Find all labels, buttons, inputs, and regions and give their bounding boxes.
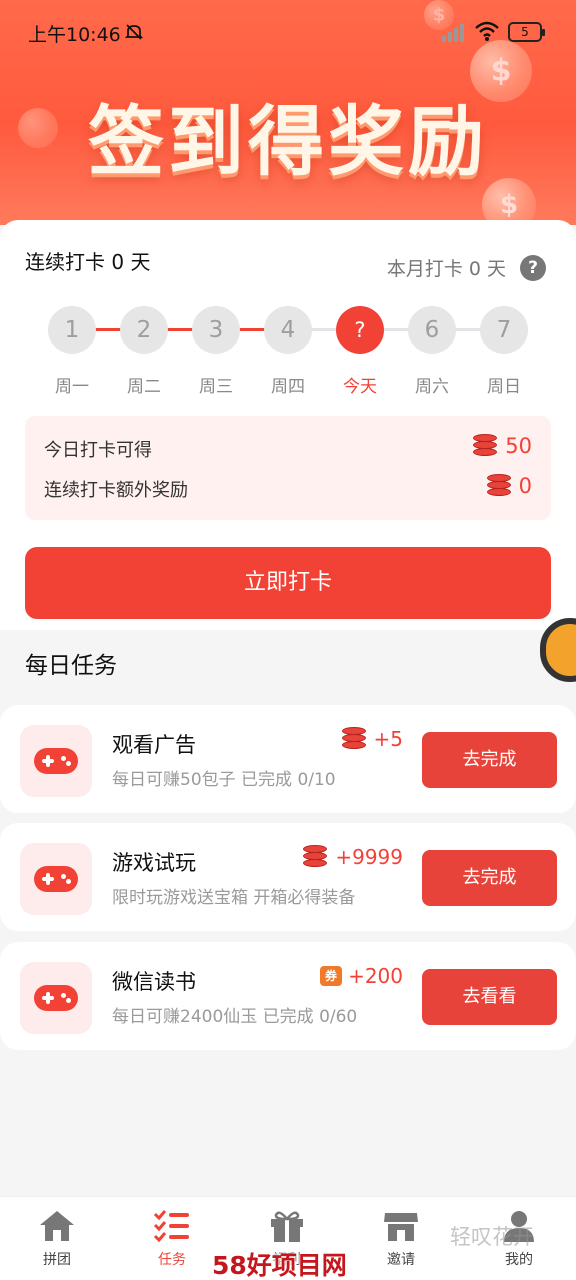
task-view-button[interactable]: 去看看 [422,969,557,1025]
day-item: 6 周六 [396,306,468,397]
coin-stack-icon [486,474,513,498]
day-circle: 7 [480,306,528,354]
task-reward: 券 +200 [320,964,403,988]
task-reward: +9999 [303,845,403,869]
streak-text: 连续打卡 0 天 [25,250,151,274]
task-title: 观看广告 [112,733,196,757]
extra-reward-amount: 0 [486,474,532,498]
nav-label: 拼团 [43,1252,71,1268]
checklist-icon [153,1209,191,1243]
day-label: 周日 [487,377,521,397]
month-checkin-text: 本月打卡 0 天 [386,258,506,280]
today-reward-label: 今日打卡可得 [44,440,152,461]
week-progress: 1 周一 2 周二 3 周三 4 周四? 今天 6 周六 7 周日 [0,306,576,397]
checkin-button[interactable]: 立即打卡 [25,547,551,619]
status-bar: 上午10:46 5 [0,0,576,64]
extra-reward-label: 连续打卡额外奖励 [44,480,188,501]
task-reward-value: +200 [348,964,403,988]
ticket-icon: 券 [320,966,343,986]
day-circle: 6 [408,306,456,354]
day-circle: ? [336,306,384,354]
day-label: 周四 [271,377,305,397]
task-reward-value: +5 [373,727,403,751]
day-item: 7 周日 [468,306,540,397]
coin-stack-icon [473,434,499,458]
task-subtitle: 每日可赚50包子 已完成 0/10 [112,770,336,790]
checkin-card: 连续打卡 0 天 本月打卡 0 天 ? 1 周一 2 周二 3 周三 4 周四? 今天 6 周六 7 周… [0,220,576,630]
gamepad-icon [20,843,92,915]
nav-label: 任务 [158,1252,186,1268]
day-item: ? 今天 [324,306,396,397]
day-item: 3 周三 [180,306,252,397]
day-item: 4 周四 [252,306,324,397]
day-label: 周二 [127,377,161,397]
day-label: 周三 [199,377,233,397]
extra-reward-row: 连续打卡额外奖励 0 [44,474,532,506]
gamepad-icon [20,725,92,797]
gamepad-icon [20,962,92,1034]
signal-icon [442,24,468,46]
day-label: 周六 [415,377,449,397]
task-title: 游戏试玩 [112,851,196,875]
task-reward: +5 [341,727,403,751]
task-reward-value: +9999 [335,845,403,869]
extra-reward-value: 0 [518,474,532,498]
home-icon [38,1209,76,1243]
help-icon[interactable]: ? [520,255,546,281]
watermark-bottom: 58好项目网www.58hxm.com [212,1251,347,1280]
day-item: 1 周一 [36,306,108,397]
task-card-ad: 观看广告 每日可赚50包子 已完成 0/10 +5 去完成 [0,705,576,813]
daily-tasks-title: 每日任务 [25,653,117,679]
battery-icon: 5 [508,22,545,42]
store-icon [382,1209,420,1243]
banner-title: 签到得奖励 [88,97,488,186]
nav-item-tasks[interactable]: 任务 [127,1209,217,1269]
nav-item-group-buy[interactable]: 拼团 [12,1209,102,1269]
task-card-game: 游戏试玩 限时玩游戏送宝箱 开箱必得装备 +9999 去完成 [0,823,576,931]
gift-icon [268,1209,306,1243]
day-circle: 2 [120,306,168,354]
task-complete-button[interactable]: 去完成 [422,850,557,906]
day-label: 周一 [55,377,89,397]
today-reward-amount: 50 [473,434,532,458]
day-circle: 3 [192,306,240,354]
mute-icon [124,22,144,47]
task-subtitle: 每日可赚2400仙玉 已完成 0/60 [112,1007,358,1027]
day-circle: 1 [48,306,96,354]
task-title: 微信读书 [112,970,196,994]
task-complete-button[interactable]: 去完成 [422,732,557,788]
wifi-icon [474,20,500,46]
task-card-reading: 微信读书 每日可赚2400仙玉 已完成 0/60 券 +200 去看看 [0,942,576,1050]
day-circle: 4 [264,306,312,354]
status-time: 上午10:46 [28,24,121,46]
coin-stack-icon [341,727,368,751]
task-subtitle: 限时玩游戏送宝箱 开箱必得装备 [112,888,356,908]
today-reward-row: 今日打卡可得 50 [44,434,532,466]
coin-stack-icon [303,845,329,869]
day-item: 2 周二 [108,306,180,397]
day-label: 今天 [343,377,377,397]
today-reward-value: 50 [505,434,532,458]
reward-box: 今日打卡可得 50 连续打卡额外奖励 0 [25,416,551,520]
